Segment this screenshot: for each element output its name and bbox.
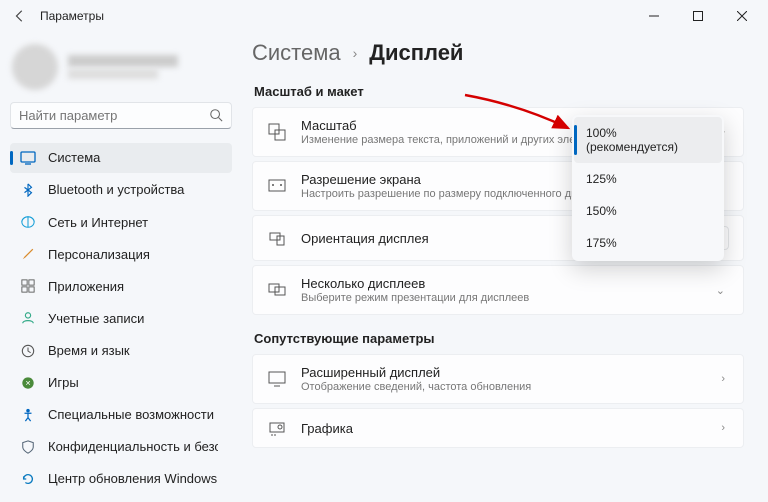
back-button[interactable] [4,0,36,32]
chevron-right-icon: › [353,45,358,61]
sidebar: Система Bluetooth и устройства Сеть и Ин… [0,32,240,502]
update-icon [20,471,36,487]
card-desc: Отображение сведений, частота обновления [301,381,703,393]
graphics-icon [267,419,287,437]
content-area: Система › Дисплей Масштаб и макет Масшта… [240,32,768,502]
chevron-right-icon: › [717,373,729,385]
breadcrumb: Система › Дисплей [252,40,744,66]
sidebar-item-update[interactable]: Центр обновления Windows [10,464,232,494]
close-button[interactable] [720,0,764,32]
sidebar-item-label: Игры [48,375,79,390]
sidebar-item-accessibility[interactable]: Специальные возможности [10,400,232,430]
sidebar-item-personalization[interactable]: Персонализация [10,239,232,269]
search-box[interactable] [10,102,232,129]
sidebar-item-system[interactable]: Система [10,143,232,173]
sidebar-item-label: Bluetooth и устройства [48,182,184,197]
sidebar-item-gaming[interactable]: ✕ Игры [10,368,232,398]
sidebar-item-label: Центр обновления Windows [48,471,217,486]
sidebar-item-label: Время и язык [48,343,130,358]
clock-icon [20,343,36,359]
accounts-icon [20,310,36,326]
sidebar-item-network[interactable]: Сеть и Интернет [10,207,232,237]
system-icon [20,150,36,166]
chevron-down-icon: ⌄ [712,284,729,297]
sidebar-item-label: Система [48,150,100,165]
card-title: Расширенный дисплей [301,365,703,380]
titlebar: Параметры [0,0,768,32]
shield-icon [20,439,36,455]
user-email [68,69,158,79]
card-title: Ориентация дисплея [301,231,612,246]
sidebar-item-time[interactable]: Время и язык [10,335,232,365]
dropdown-option-175[interactable]: 175% [574,227,722,259]
orientation-icon [267,229,287,247]
dropdown-option-100[interactable]: 100% (рекомендуется) [574,117,722,163]
multi-display-icon [267,281,287,299]
scale-icon [267,123,287,141]
window-title: Параметры [40,9,104,23]
section-related: Сопутствующие параметры [254,331,744,346]
sidebar-item-accounts[interactable]: Учетные записи [10,303,232,333]
card-desc: Выберите режим презентации для дисплеев [301,292,698,304]
card-title: Графика [301,421,703,436]
sidebar-item-label: Конфиденциальность и безопасность [48,439,218,454]
sidebar-item-label: Приложения [48,279,124,294]
maximize-button[interactable] [676,0,720,32]
sidebar-item-privacy[interactable]: Конфиденциальность и безопасность [10,432,232,462]
monitor-icon [267,370,287,388]
network-icon [20,214,36,230]
chevron-right-icon: › [717,422,729,434]
card-graphics[interactable]: Графика › [252,408,744,448]
breadcrumb-current: Дисплей [369,40,463,66]
breadcrumb-parent[interactable]: Система [252,40,341,66]
sidebar-item-label: Персонализация [48,247,150,262]
search-input[interactable] [19,108,209,123]
scale-dropdown: 100% (рекомендуется) 125% 150% 175% [572,115,724,261]
section-scale-layout: Масштаб и макет [254,84,744,99]
apps-icon [20,278,36,294]
card-multi-display[interactable]: Несколько дисплеевВыберите режим презент… [252,265,744,315]
minimize-button[interactable] [632,0,676,32]
user-name [68,55,178,67]
user-profile[interactable] [10,40,232,100]
avatar [12,44,58,90]
sidebar-item-label: Специальные возможности [48,407,214,422]
gaming-icon: ✕ [20,375,36,391]
bluetooth-icon [20,182,36,198]
sidebar-item-bluetooth[interactable]: Bluetooth и устройства [10,175,232,205]
dropdown-option-150[interactable]: 150% [574,195,722,227]
sidebar-item-label: Учетные записи [48,311,144,326]
accessibility-icon [20,407,36,423]
card-title: Несколько дисплеев [301,276,698,291]
sidebar-item-apps[interactable]: Приложения [10,271,232,301]
search-icon [209,108,223,122]
dropdown-option-125[interactable]: 125% [574,163,722,195]
resolution-icon [267,177,287,195]
card-advanced-display[interactable]: Расширенный дисплейОтображение сведений,… [252,354,744,404]
brush-icon [20,246,36,262]
sidebar-item-label: Сеть и Интернет [48,215,148,230]
svg-text:✕: ✕ [25,380,31,387]
